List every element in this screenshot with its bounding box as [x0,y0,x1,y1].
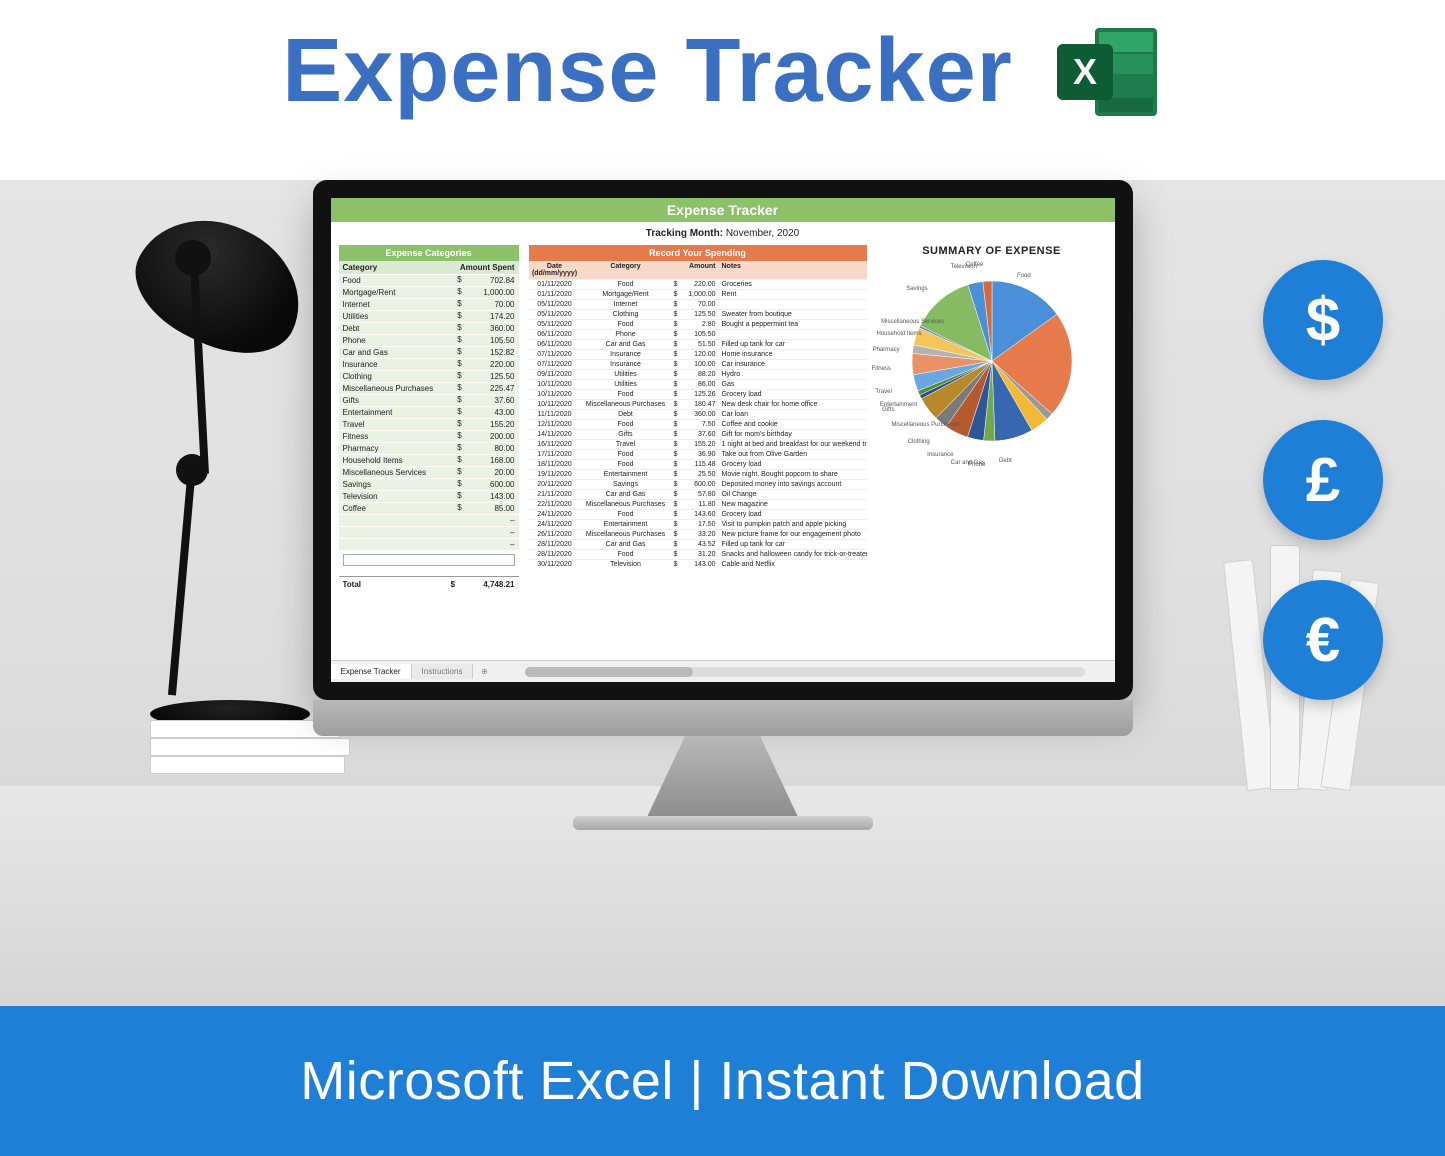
record-row[interactable]: 01/11/2020Mortgage/Rent$1,000.00Rent [529,289,867,299]
record-row[interactable]: 22/11/2020Miscellaneous Purchases$11.80N… [529,499,867,509]
record-row[interactable]: 28/11/2020Food$31.20Snacks and halloween… [529,549,867,559]
pie-label: Pharmacy [873,347,900,353]
category-row[interactable]: Utilities$174.20 [339,310,519,322]
category-row[interactable]: Insurance$220.00 [339,358,519,370]
category-row[interactable]: Coffee$85.00 [339,502,519,514]
horizontal-scrollbar[interactable] [525,667,1084,677]
category-row[interactable]: Entertainment$43.00 [339,406,519,418]
record-row[interactable]: 14/11/2020Gifts$37.60Gift for mom's birt… [529,429,867,439]
pie-label: Travel [875,389,891,395]
category-row[interactable]: Gifts$37.60 [339,394,519,406]
category-row[interactable]: Television$143.00 [339,490,519,502]
summary-panel: SUMMARY OF EXPENSE FoodDebtPhoneCar and … [877,245,1107,659]
record-row[interactable]: 11/11/2020Debt$360.00Car loan [529,409,867,419]
record-row[interactable]: 17/11/2020Food$36.90Take out from Olive … [529,449,867,459]
record-row[interactable]: 26/11/2020Miscellaneous Purchases$33.20N… [529,529,867,539]
record-row[interactable]: 19/11/2020Entertainment$25.50Movie night… [529,469,867,479]
categories-panel: Expense Categories Category Amount Spent… [339,245,519,659]
record-row[interactable]: 06/11/2020Phone$105.50 [529,329,867,339]
tab-add-icon[interactable]: ⊕ [473,667,495,676]
record-row[interactable]: 12/11/2020Food$7.50Coffee and cookie [529,419,867,429]
sheet-tabs: Expense Tracker Instructions ⊕ [331,660,1115,682]
pie-label: Clothing [908,439,930,445]
category-row[interactable]: Pharmacy$80.00 [339,442,519,454]
excel-icon: X [1053,22,1163,122]
categories-total: Total $ 4,748.21 [339,576,519,592]
record-row[interactable]: 20/11/2020Savings$600.00Deposited money … [529,479,867,489]
record-row[interactable]: 18/11/2020Food$115.48Grocery load [529,459,867,469]
monitor: Expense Tracker Tracking Month: November… [313,180,1133,830]
category-row[interactable]: Savings$600.00 [339,478,519,490]
record-row[interactable]: 01/11/2020Food$220.00Groceries [529,279,867,289]
pie-label: Miscellaneous Services [881,319,944,325]
record-row[interactable]: 06/11/2020Car and Gas$51.50Filled up tan… [529,339,867,349]
pie-label: Insurance [927,452,953,458]
category-row[interactable]: Internet$70.00 [339,298,519,310]
category-row[interactable]: Clothing$125.50 [339,370,519,382]
record-row[interactable]: 05/11/2020Internet$70.00 [529,299,867,309]
category-row[interactable]: Travel$155.20 [339,418,519,430]
pie-label: Fitness [872,366,891,372]
record-row[interactable]: 30/11/2020Television$143.00Cable and Net… [529,559,867,569]
category-row[interactable]: Miscellaneous Purchases$225.47 [339,382,519,394]
tab-instructions[interactable]: Instructions [412,664,474,679]
category-row[interactable]: Miscellaneous Services$20.00 [339,466,519,478]
pie-label: Car and Gas [951,460,985,466]
category-row-empty[interactable]: – [339,514,519,526]
category-row[interactable]: Fitness$200.00 [339,430,519,442]
pie-label: Household Items [876,331,921,337]
record-row[interactable]: 28/11/2020Car and Gas$43.52Filled up tan… [529,539,867,549]
categories-columns: Category Amount Spent [339,261,519,274]
record-row[interactable]: 24/11/2020Entertainment$17.50Visit to pu… [529,519,867,529]
category-input[interactable] [343,554,515,566]
record-row[interactable]: 24/11/2020Food$143.60Grocery load [529,509,867,519]
record-row[interactable]: 16/11/2020Travel$155.201 night at bed an… [529,439,867,449]
category-row[interactable]: Household Items$168.00 [339,454,519,466]
badge-euro: € [1263,580,1383,700]
bottom-banner: Microsoft Excel | Instant Download [0,1006,1445,1156]
record-row[interactable]: 07/11/2020Insurance$120.00Home insurance [529,349,867,359]
record-row[interactable]: 10/11/2020Utilities$86.00Gas [529,379,867,389]
record-row[interactable]: 10/11/2020Food$125.26Grocery load [529,389,867,399]
desk-lamp [90,200,350,760]
tracking-month: Tracking Month: November, 2020 [331,222,1115,245]
pie-chart: FoodDebtPhoneCar and GasInsuranceClothin… [887,261,1097,471]
pie-label: Miscellaneous Purchases [891,422,959,428]
badge-pound: £ [1263,420,1383,540]
record-row[interactable]: 09/11/2020Utilities$88.20Hydro [529,369,867,379]
title-bar: Expense Tracker X [0,0,1445,153]
record-columns: Date (dd/mm/yyyy) Category Amount Notes [529,261,867,279]
record-panel: Record Your Spending Date (dd/mm/yyyy) C… [529,245,867,659]
category-row[interactable]: Car and Gas$152.82 [339,346,519,358]
pie-label: Debt [999,458,1012,464]
category-row[interactable]: Debt$360.00 [339,322,519,334]
currency-badges: $ £ € [1263,260,1383,700]
record-row[interactable]: 05/11/2020Food$2.80Bought a peppermint t… [529,319,867,329]
product-photo: Expense Tracker Tracking Month: November… [0,180,1445,1156]
record-row[interactable]: 05/11/2020Clothing$125.50Sweater from bo… [529,309,867,319]
record-row[interactable]: 10/11/2020Miscellaneous Purchases$180.47… [529,399,867,409]
summary-title: SUMMARY OF EXPENSE [877,245,1107,257]
category-row-empty[interactable]: – [339,526,519,538]
spreadsheet: Expense Tracker Tracking Month: November… [331,198,1115,682]
pie-label: Entertainment [880,402,917,408]
pie-label: Savings [906,286,927,292]
pie-label: Food [1017,273,1031,279]
record-row[interactable]: 21/11/2020Car and Gas$57.80Oil Change [529,489,867,499]
hero-title: Expense Tracker [282,20,1012,123]
record-row[interactable]: 07/11/2020Insurance$100.00Car insurance [529,359,867,369]
sheet-title: Expense Tracker [331,198,1115,222]
tab-expense-tracker[interactable]: Expense Tracker [331,664,412,679]
category-row[interactable]: Mortgage/Rent$1,000.00 [339,286,519,298]
category-row[interactable]: Food$702.84 [339,274,519,286]
svg-text:X: X [1073,51,1097,92]
badge-dollar: $ [1263,260,1383,380]
category-row[interactable]: Phone$105.50 [339,334,519,346]
pie-label: Coffee [966,262,984,268]
category-row-empty[interactable]: – [339,538,519,550]
